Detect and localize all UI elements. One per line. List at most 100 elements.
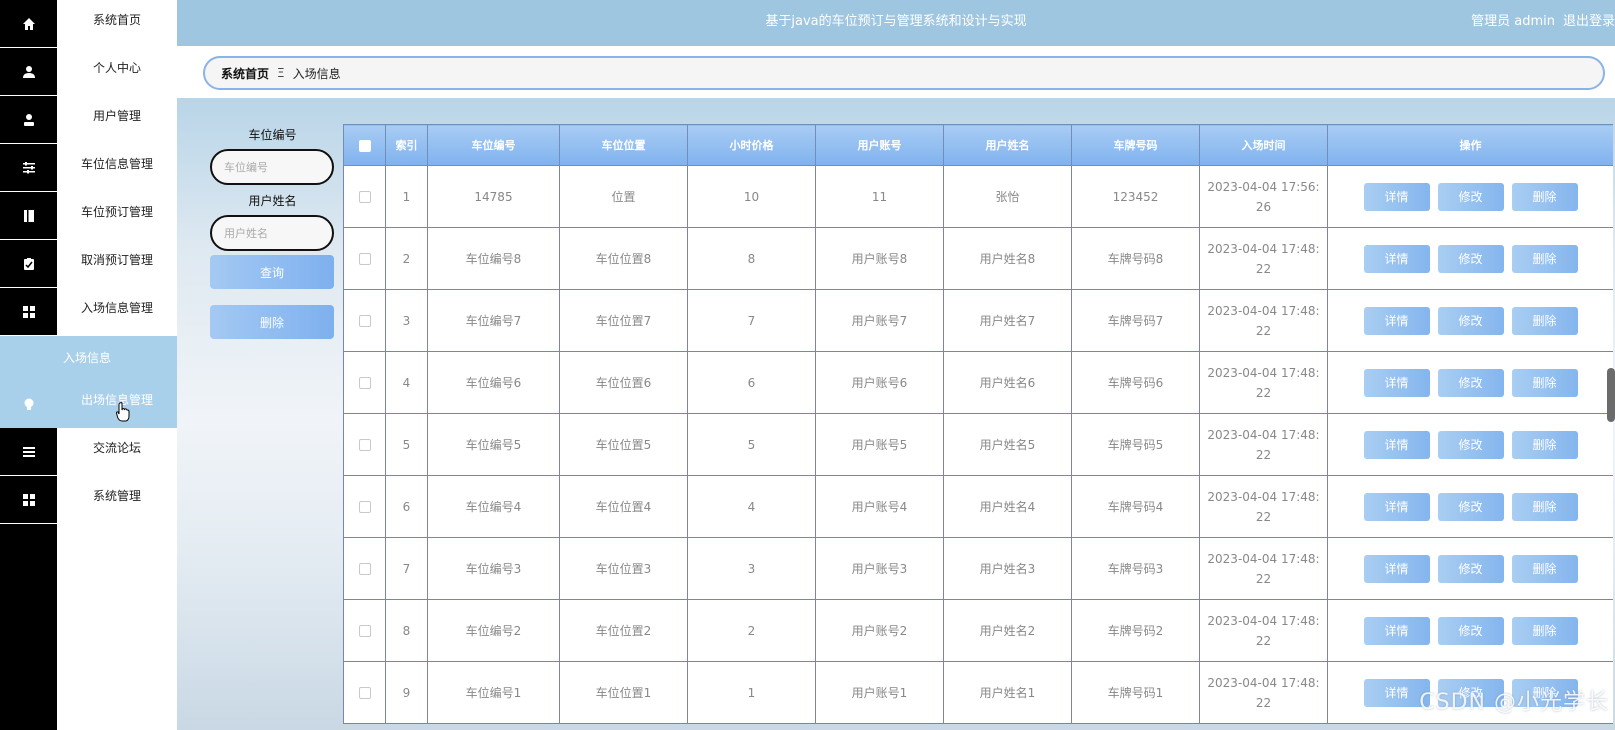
sidebar-item-label: 系统管理 [92,489,141,503]
sidebar-item-user-management[interactable]: 用户管理 [0,96,177,144]
row-index-cell: 3 [385,289,428,352]
edit-button[interactable]: 修改 [1437,306,1504,335]
plate-number-cell: 车牌号码2 [1071,599,1200,662]
table-row: 4 车位编号6 车位位置6 6 用户账号6 用户姓名6 车牌号码6 2023-04-04 17… [343,351,1613,414]
sidebar-item-system-management[interactable]: 系统管理 [0,476,177,524]
row-index-cell: 7 [385,537,428,600]
sidebar-item-exit-management[interactable]: 出场信息管理 [0,380,177,428]
edit-button[interactable]: 修改 [1437,554,1504,583]
row-index-cell: 5 [385,413,428,476]
user-name-input[interactable] [210,215,334,251]
top-bar: 基于java的车位预订与管理系统和设计与实现 管理员 admin 退出登录 [177,0,1615,46]
row-select-cell[interactable] [343,661,386,724]
user-name-cell: 用户姓名2 [943,599,1072,662]
user-manage-icon [0,96,57,144]
row-select-cell[interactable] [343,165,386,228]
space-location-cell: 车位位置4 [559,475,688,538]
detail-button[interactable]: 详情 [1363,492,1430,521]
row-checkbox[interactable] [358,563,371,575]
user-info: 管理员 admin 退出登录 [1463,0,1615,44]
sidebar-item-reservation[interactable]: 车位预订管理 [0,192,177,240]
breadcrumb-home[interactable]: 系统首页 [221,65,269,82]
detail-button[interactable]: 详情 [1363,554,1430,583]
user-name-cell: 用户姓名8 [943,227,1072,290]
select-all-checkbox[interactable] [358,139,371,152]
entry-time-cell: 2023-04-04 17:56:26 [1199,165,1328,228]
row-checkbox[interactable] [358,501,371,513]
detail-button[interactable]: 详情 [1363,368,1430,397]
row-select-cell[interactable] [343,475,386,538]
row-checkbox[interactable] [358,687,371,699]
detail-button[interactable]: 详情 [1363,306,1430,335]
sidebar-item-cancel-reservation[interactable]: 取消预订管理 [0,240,177,288]
delete-button[interactable]: 删除 [1511,430,1578,459]
user-name-cell: 张怡 [943,165,1072,228]
edit-button[interactable]: 修改 [1437,616,1504,645]
scrollbar-thumb[interactable] [1607,368,1615,422]
detail-button[interactable]: 详情 [1363,244,1430,273]
delete-button[interactable]: 删除 [1511,244,1578,273]
hand-cursor-icon [116,402,130,422]
sidebar-item-forum[interactable]: 交流论坛 [0,428,177,476]
sidebar-item-label: 车位预订管理 [80,205,153,219]
sidebar-item-personal-center[interactable]: 个人中心 [0,48,177,96]
space-location-cell: 车位位置8 [559,227,688,290]
row-checkbox[interactable] [358,377,371,389]
hourly-price-cell: 8 [687,227,816,290]
sidebar-subitem-entry-info[interactable]: 入场信息 [0,336,177,380]
sidebar-item-label: 用户管理 [92,109,141,123]
bulb-icon [0,380,57,428]
delete-button[interactable]: 删除 [1511,616,1578,645]
row-index-cell: 1 [385,165,428,228]
row-select-cell[interactable] [343,537,386,600]
breadcrumb: 系统首页 Ξ 入场信息 [203,56,1605,90]
row-checkbox[interactable] [358,439,371,451]
delete-button[interactable]: 删除 [1511,182,1578,211]
space-code-input[interactable] [210,149,334,185]
delete-button[interactable]: 删除 [1511,368,1578,397]
row-checkbox[interactable] [358,625,371,637]
entry-table: 索引 车位编号 车位位置 小时价格 用户账号 用户姓名 车牌号码 入场时间 操作… [343,124,1613,724]
row-checkbox[interactable] [358,315,371,327]
row-select-cell[interactable] [343,599,386,662]
column-header: 索引 [385,124,428,166]
row-select-cell[interactable] [343,413,386,476]
user-name-cell: 用户姓名5 [943,413,1072,476]
space-code-cell: 车位编号6 [427,351,560,414]
detail-button[interactable]: 详情 [1363,182,1430,211]
space-code-cell: 车位编号3 [427,537,560,600]
sidebar-item-space-info[interactable]: 车位信息管理 [0,144,177,192]
row-checkbox[interactable] [358,253,371,265]
sidebar-item-home[interactable]: 系统首页 [0,0,177,48]
edit-button[interactable]: 修改 [1437,182,1504,211]
row-index-cell: 8 [385,599,428,662]
hourly-price-cell: 3 [687,537,816,600]
delete-button[interactable]: 删除 [1511,492,1578,521]
delete-button[interactable]: 删除 [1511,554,1578,583]
row-checkbox[interactable] [358,191,371,203]
select-all-cell[interactable] [343,124,386,166]
sidebar-item-label: 车位信息管理 [80,157,153,171]
watermark: CSDN @小光学长 [1419,690,1609,715]
edit-button[interactable]: 修改 [1437,492,1504,521]
edit-button[interactable]: 修改 [1437,430,1504,459]
detail-button[interactable]: 详情 [1363,616,1430,645]
user-account-cell: 用户账号1 [815,661,944,724]
breadcrumb-separator-icon: Ξ [277,66,285,80]
row-select-cell[interactable] [343,351,386,414]
edit-button[interactable]: 修改 [1437,368,1504,397]
sidebar-item-entry-management[interactable]: 入场信息管理 [0,288,177,336]
batch-delete-button[interactable]: 删除 [210,305,334,339]
sidebar-item-label: 个人中心 [92,61,141,75]
space-code-cell: 车位编号1 [427,661,560,724]
table-row: 3 车位编号7 车位位置7 7 用户账号7 用户姓名7 车牌号码7 2023-04-04 17… [343,289,1613,352]
space-location-cell: 车位位置2 [559,599,688,662]
row-select-cell[interactable] [343,227,386,290]
logout-link[interactable]: 退出登录 [1563,14,1615,29]
book-icon [0,192,57,240]
row-select-cell[interactable] [343,289,386,352]
delete-button[interactable]: 删除 [1511,306,1578,335]
query-button[interactable]: 查询 [210,255,334,289]
detail-button[interactable]: 详情 [1363,430,1430,459]
edit-button[interactable]: 修改 [1437,244,1504,273]
